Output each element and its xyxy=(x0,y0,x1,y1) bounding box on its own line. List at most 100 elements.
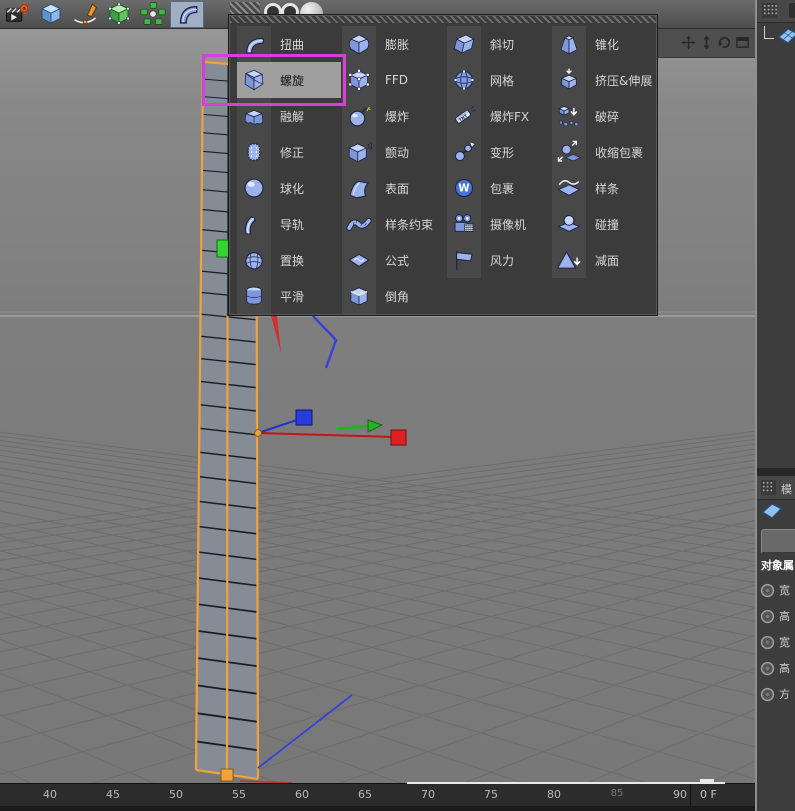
menu-item-surface[interactable]: 表面 xyxy=(342,170,446,206)
point-handle[interactable] xyxy=(220,768,234,782)
record-radio-icon[interactable] xyxy=(760,687,775,702)
record-radio-icon[interactable] xyxy=(760,609,775,624)
editable-mesh-button[interactable] xyxy=(102,1,136,28)
menu-item-wind[interactable]: 风力 xyxy=(447,242,551,278)
array-object-button[interactable] xyxy=(136,1,170,28)
menu-item-label: 导轨 xyxy=(280,217,305,232)
menu-item-shatter[interactable]: 破碎 xyxy=(552,98,656,134)
attribute-mode-label[interactable]: 模 xyxy=(781,481,792,497)
menu-item-spherify[interactable]: 球化 xyxy=(237,170,341,206)
menu-item-explode[interactable]: 爆炸 xyxy=(342,98,446,134)
panel-divider[interactable] xyxy=(757,468,795,476)
displace-icon-cell xyxy=(237,242,271,278)
menu-tear-strip[interactable] xyxy=(230,16,656,23)
menu-item-shear[interactable]: 斜切 xyxy=(447,26,551,62)
spline-wrap-icon-cell xyxy=(342,206,376,242)
menu-item-label: 碰撞 xyxy=(595,217,620,232)
menu-item-collision[interactable]: 碰撞 xyxy=(552,206,656,242)
gizmo-center[interactable] xyxy=(254,429,262,437)
timeline-slider-line[interactable] xyxy=(407,782,725,784)
menu-item-label: 公式 xyxy=(385,253,410,268)
ruler-tick-75: 75 xyxy=(484,788,498,801)
shrink-wrap-icon-cell xyxy=(552,134,586,170)
menu-item-label: 破碎 xyxy=(595,109,620,124)
cube-primitive-button[interactable] xyxy=(34,1,68,28)
menu-item-label: 样条 xyxy=(595,181,620,196)
menu-item-label: 膨胀 xyxy=(385,37,410,52)
annotation-highlight-box xyxy=(202,54,346,106)
menu-item-morph[interactable]: 变形 xyxy=(447,134,551,170)
menu-item-formula[interactable]: 公式 xyxy=(342,242,446,278)
plane-object-icon[interactable] xyxy=(777,28,795,44)
viewport-pan-button[interactable] xyxy=(681,35,696,50)
menu-item-ffd[interactable]: FFD xyxy=(342,62,446,98)
spline-pen-button[interactable] xyxy=(68,1,102,28)
timeline-slider-handle[interactable] xyxy=(700,779,714,783)
viewport-rotate-button[interactable] xyxy=(717,35,732,50)
attribute-object-icon[interactable] xyxy=(761,503,783,519)
menu-item-label: 球化 xyxy=(280,181,305,196)
polygon-reduction-icon-cell xyxy=(552,242,586,278)
wind-icon-cell xyxy=(447,242,481,278)
ffd-icon xyxy=(348,69,370,91)
attribute-tab-button[interactable] xyxy=(761,529,795,553)
wind-icon xyxy=(456,251,473,270)
smooth-icon xyxy=(246,286,262,305)
menu-item-wrap[interactable]: W 包裹 xyxy=(447,170,551,206)
record-radio-icon[interactable] xyxy=(760,635,775,650)
cinema4d-window: 扭曲 螺旋 融解 修正 球化 导轨 置换 平滑 膨胀 FFD 爆炸 颤动 表面 样条约束 公式 倒角 斜切 网格 T… xyxy=(0,0,795,811)
menu-item-mesh[interactable]: 网格 xyxy=(447,62,551,98)
menu-item-rail[interactable]: 导轨 xyxy=(237,206,341,242)
viewport-toggle-view-button[interactable] xyxy=(735,35,750,50)
menu-item-explosion-fx[interactable]: TNT 爆炸FX xyxy=(447,98,551,134)
timeline-ruler[interactable]: 0 F ▲▼ 4045505560657075808590 xyxy=(0,779,795,807)
menu-item-displace[interactable]: 置换 xyxy=(237,242,341,278)
wrap-icon: W xyxy=(454,178,474,198)
menu-item-taper[interactable]: 锥化 xyxy=(552,26,656,62)
record-radio-icon[interactable] xyxy=(760,661,775,676)
rail-icon-cell xyxy=(237,206,271,242)
viewport-zoom-button[interactable] xyxy=(699,35,714,50)
z-axis-handle[interactable] xyxy=(295,409,313,426)
menu-item-label: 减面 xyxy=(595,253,620,268)
menu-item-shrink-wrap[interactable]: 收缩包裹 xyxy=(552,134,656,170)
bend-deformer-button[interactable] xyxy=(170,0,204,28)
menu-item-correction[interactable]: 修正 xyxy=(237,134,341,170)
correction-icon-cell xyxy=(237,134,271,170)
menu-item-squash-stretch[interactable]: 挤压&伸展 xyxy=(552,62,656,98)
ruler-tick-90: 90 xyxy=(673,788,687,801)
palette-grid-icon[interactable] xyxy=(762,3,777,18)
menu-item-smooth[interactable]: 平滑 xyxy=(237,278,341,314)
menu-item-label: 摄像机 xyxy=(490,217,527,232)
collision-icon xyxy=(557,214,581,232)
menu-item-bevel[interactable]: 倒角 xyxy=(342,278,446,314)
explode-icon-cell xyxy=(342,98,376,134)
menu-item-spline-deformer[interactable]: 样条 xyxy=(552,170,656,206)
cube-primitive-icon xyxy=(41,3,61,24)
shrink-wrap-icon xyxy=(557,140,582,162)
attribute-manager-header: 模 xyxy=(757,476,795,500)
menu-item-spline-wrap[interactable]: 样条约束 xyxy=(342,206,446,242)
menu-item-polygon-reduction[interactable]: 减面 xyxy=(552,242,656,278)
menu-item-label: 融解 xyxy=(280,109,305,124)
record-radio-icon[interactable] xyxy=(760,583,775,598)
attributes-grid-icon[interactable] xyxy=(761,480,776,495)
menu-item-label: 爆炸 xyxy=(385,109,410,124)
shear-icon-cell xyxy=(447,26,481,62)
mesh-icon-cell xyxy=(447,62,481,98)
x-axis-handle[interactable] xyxy=(390,429,407,446)
render-settings-button[interactable] xyxy=(0,1,34,28)
spline-pen-icon xyxy=(74,3,97,25)
menu-item-camera-deformer[interactable]: 摄像机 xyxy=(447,206,551,242)
bulge-icon xyxy=(348,34,370,55)
wrap-icon-cell: W xyxy=(447,170,481,206)
ruler-tick-85: 85 xyxy=(610,788,624,799)
zoom-icon xyxy=(703,35,710,50)
frame-counter-field[interactable]: 0 F xyxy=(700,788,717,801)
menu-item-jiggle[interactable]: 颤动 xyxy=(342,134,446,170)
menu-item-bulge[interactable]: 膨胀 xyxy=(342,26,446,62)
bulge-icon-cell xyxy=(342,26,376,62)
mesh-icon xyxy=(454,70,474,90)
ruler-tick-70: 70 xyxy=(421,788,435,801)
ruler-tick-65: 65 xyxy=(358,788,372,801)
